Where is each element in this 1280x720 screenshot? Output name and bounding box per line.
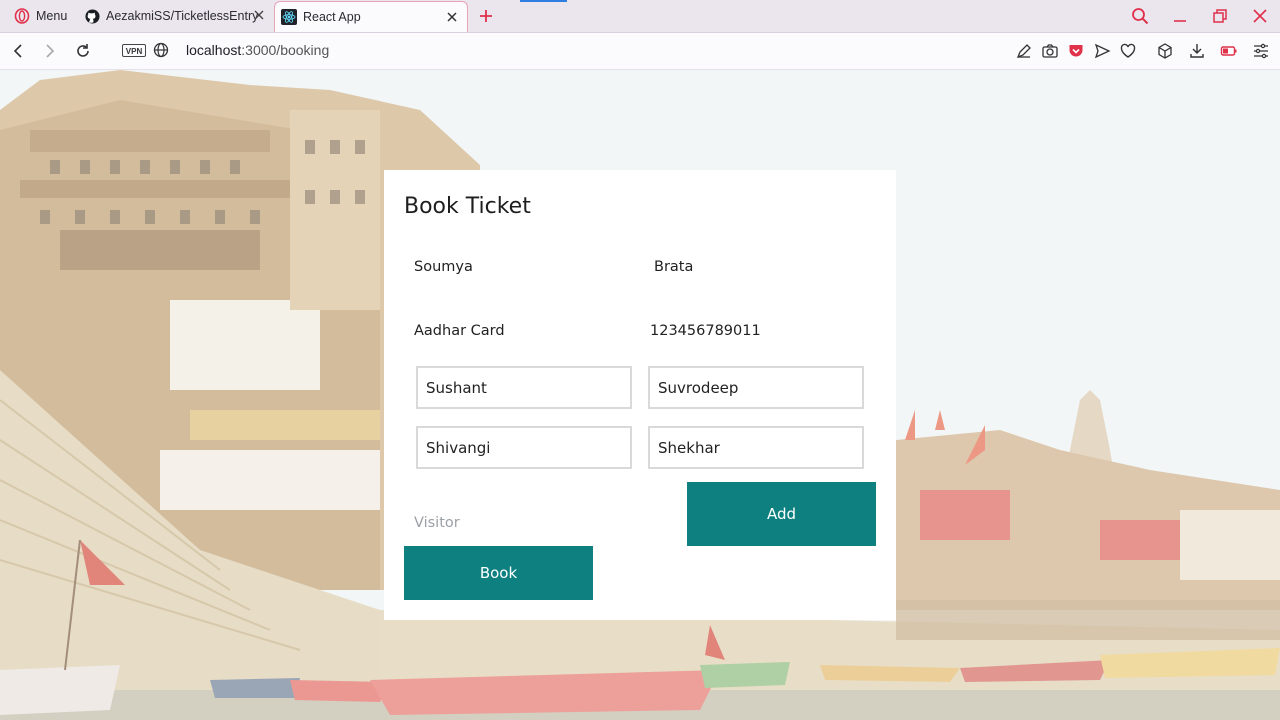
- minimize-window-icon[interactable]: [1170, 6, 1190, 26]
- add-visitor-button[interactable]: Add: [687, 482, 876, 546]
- visitor-1-last-name-input[interactable]: [648, 366, 864, 409]
- forward-arrow-icon[interactable]: [40, 42, 58, 60]
- react-logo-icon: [281, 9, 297, 25]
- snapshot-camera-icon[interactable]: [1041, 42, 1059, 60]
- page-title: Book Ticket: [404, 194, 531, 219]
- booking-card: Book Ticket Soumya Brata Aadhar Card 123…: [384, 170, 896, 620]
- pocket-save-icon[interactable]: [1067, 42, 1085, 60]
- menu-label: Menu: [36, 9, 68, 23]
- first-name-field[interactable]: Soumya: [414, 259, 473, 275]
- easy-setup-sliders-icon[interactable]: [1252, 42, 1270, 60]
- restore-window-icon[interactable]: [1210, 6, 1230, 26]
- book-button[interactable]: Book: [404, 546, 593, 600]
- url-host: localhost: [186, 42, 242, 58]
- id-type-select[interactable]: Aadhar Card: [414, 323, 505, 339]
- tab-label: React App: [303, 10, 361, 24]
- battery-saver-icon[interactable]: [1220, 42, 1238, 60]
- globe-icon[interactable]: [153, 42, 171, 60]
- browser-tab-strip: Menu AezakmiSS/TicketlessEntry React App: [0, 0, 1280, 33]
- search-tabs-icon[interactable]: [1130, 6, 1150, 26]
- reload-icon[interactable]: [74, 42, 92, 60]
- address-field[interactable]: localhost:3000/booking: [186, 42, 329, 58]
- extensions-cube-icon[interactable]: [1156, 42, 1174, 60]
- close-window-icon[interactable]: [1250, 6, 1270, 26]
- opera-logo-icon: [14, 8, 30, 24]
- tab-github[interactable]: AezakmiSS/TicketlessEntry: [78, 0, 274, 32]
- visitor-input[interactable]: Visitor: [414, 515, 460, 531]
- last-name-field[interactable]: Brata: [654, 259, 693, 275]
- heart-icon[interactable]: [1119, 42, 1137, 60]
- close-tab-icon[interactable]: [252, 8, 266, 22]
- close-tab-icon[interactable]: [445, 10, 459, 24]
- new-tab-plus-icon[interactable]: [477, 7, 495, 25]
- vpn-badge[interactable]: VPN: [122, 44, 146, 57]
- easy-setup-icon[interactable]: [1015, 42, 1033, 60]
- back-arrow-icon[interactable]: [10, 42, 28, 60]
- github-icon: [84, 8, 100, 24]
- visitor-2-first-name-input[interactable]: [416, 426, 632, 469]
- send-icon[interactable]: [1093, 42, 1111, 60]
- address-toolbar: VPN localhost:3000/booking: [0, 33, 1280, 70]
- tab-react-app[interactable]: React App: [274, 1, 468, 32]
- opera-menu-button[interactable]: Menu: [8, 0, 70, 32]
- tab-label: AezakmiSS/TicketlessEntry: [106, 9, 259, 23]
- page-viewport: Book Ticket Soumya Brata Aadhar Card 123…: [0, 70, 1280, 720]
- visitor-2-last-name-input[interactable]: [648, 426, 864, 469]
- tab-loading-indicator: [520, 0, 567, 2]
- id-number-field[interactable]: 123456789011: [650, 323, 761, 339]
- download-icon[interactable]: [1188, 42, 1206, 60]
- url-path: :3000/booking: [241, 42, 330, 58]
- visitor-1-first-name-input[interactable]: [416, 366, 632, 409]
